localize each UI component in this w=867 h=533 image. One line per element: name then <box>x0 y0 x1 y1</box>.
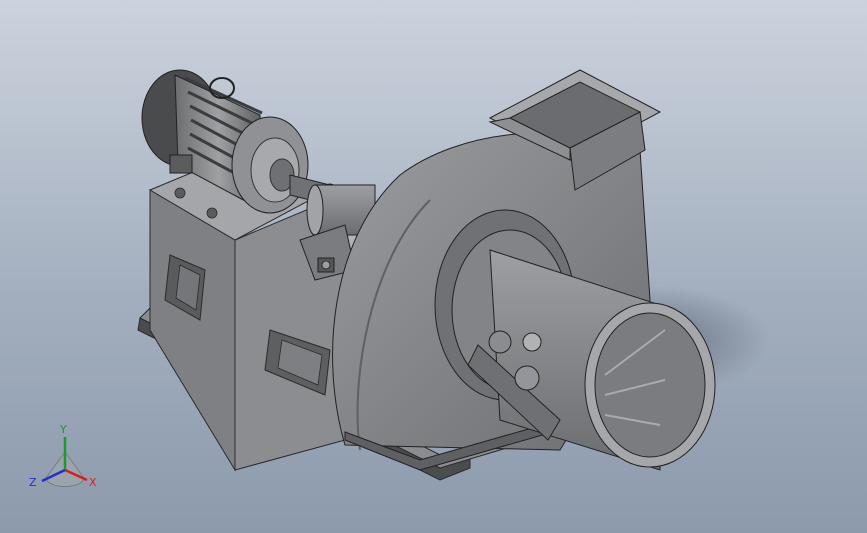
fan-assembly-model[interactable]: Y X Z <box>0 0 867 533</box>
y-axis-label: Y <box>59 423 67 436</box>
z-axis-label: Z <box>29 476 37 489</box>
axis-triad: Y X Z <box>29 423 97 489</box>
x-axis-label: X <box>89 476 97 489</box>
cad-viewport[interactable]: Y X Z <box>0 0 867 533</box>
